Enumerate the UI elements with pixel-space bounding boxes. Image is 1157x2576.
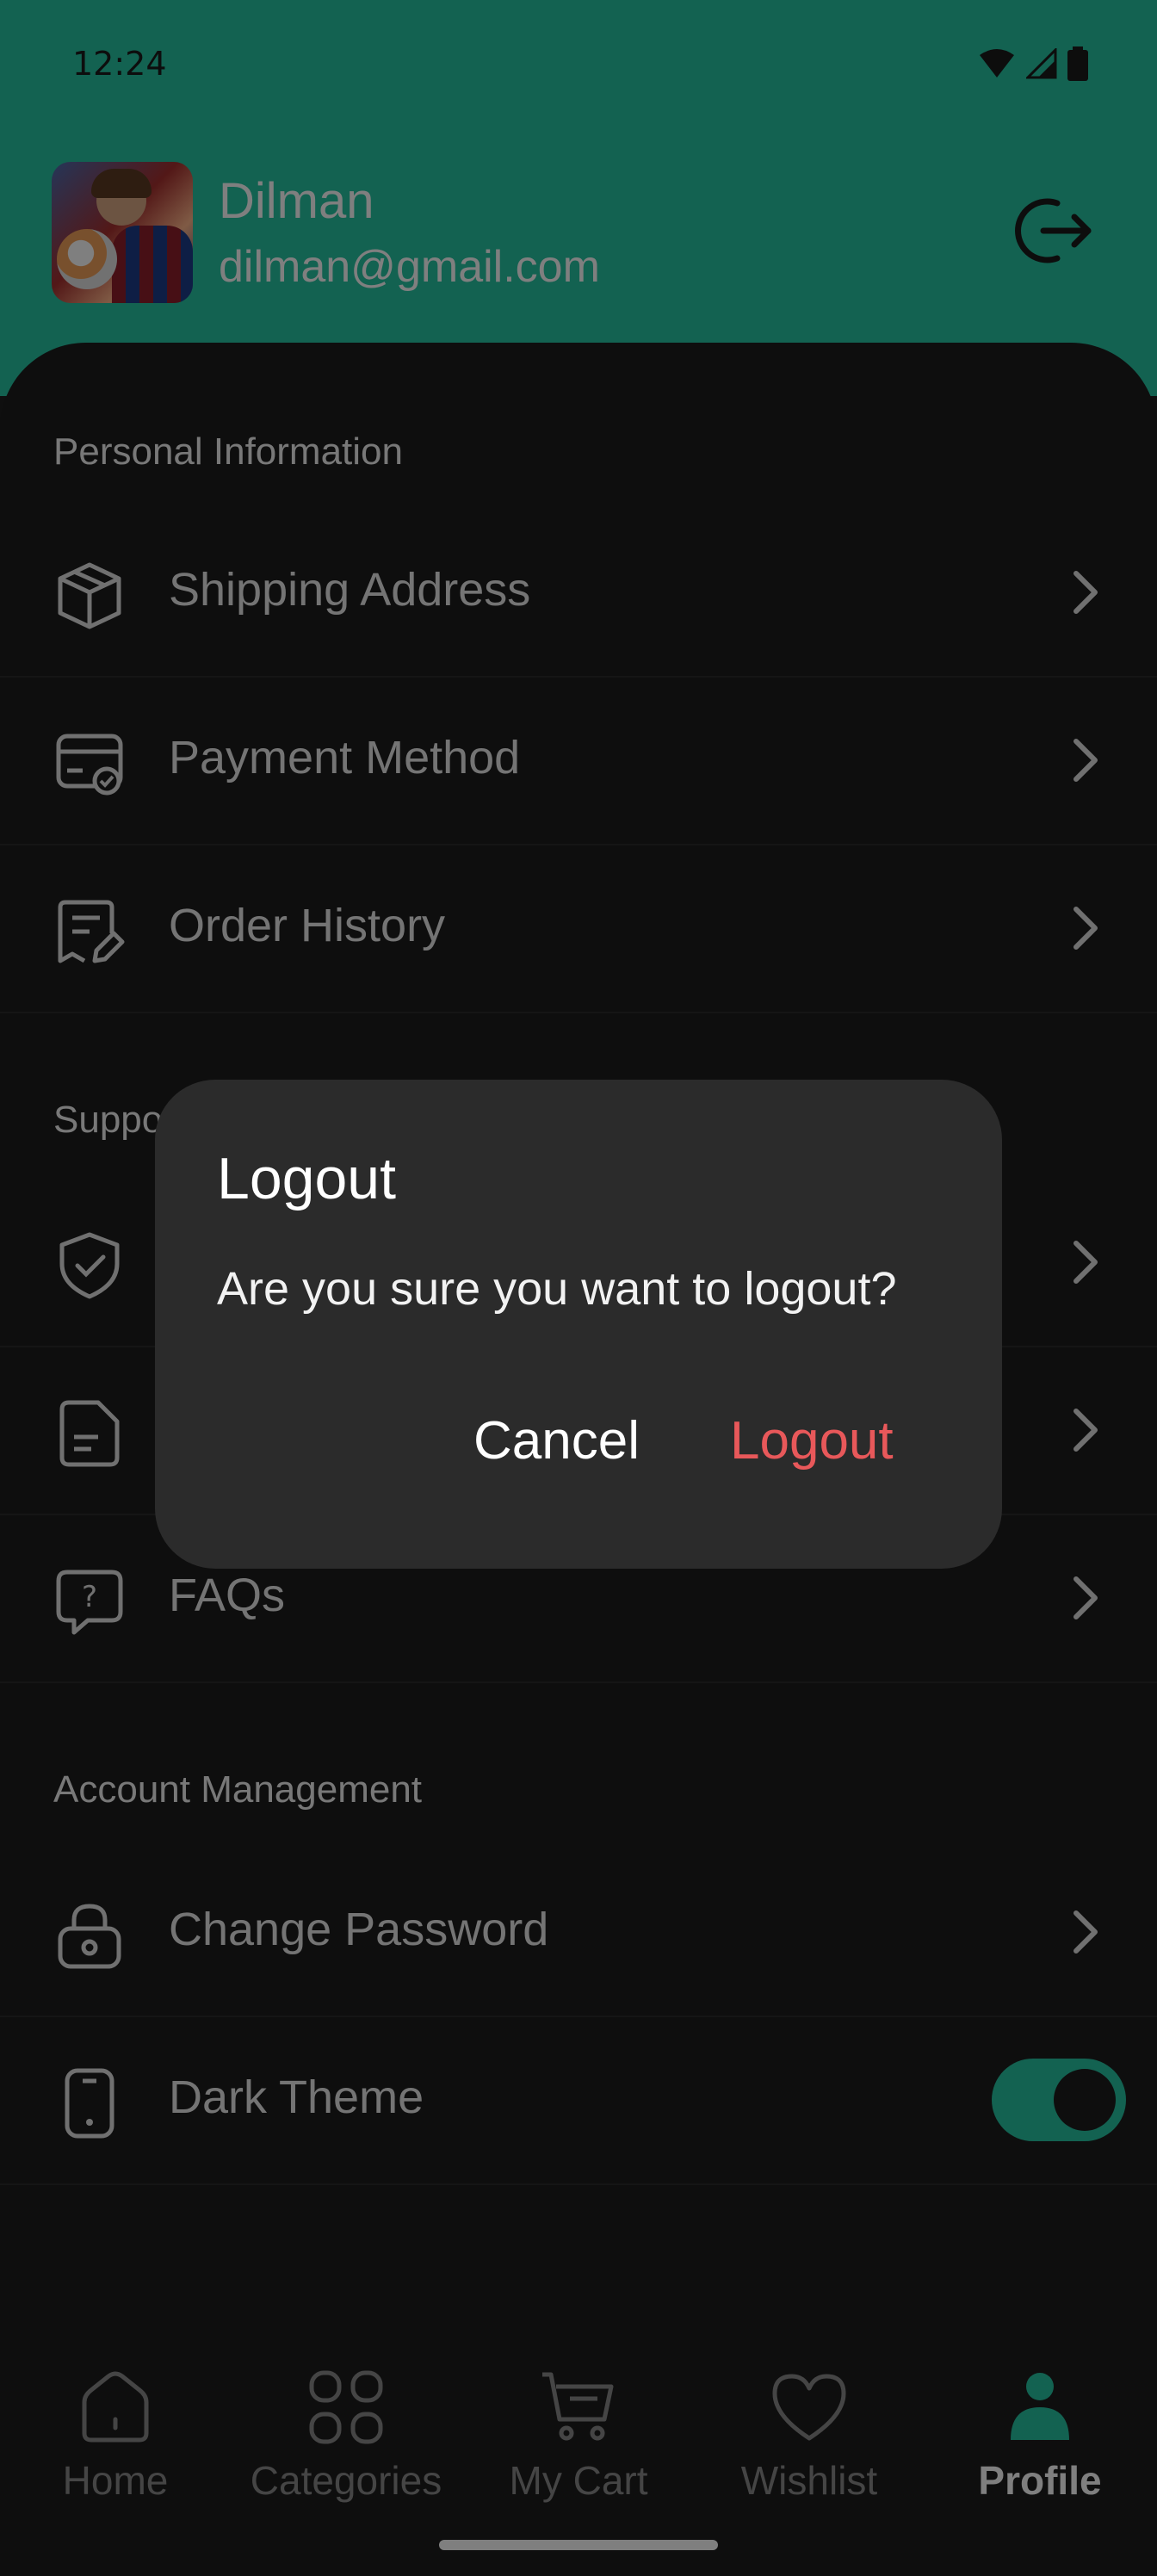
confirm-logout-button[interactable]: Logout [730, 1410, 894, 1471]
profile-screen: 12:24 Dilman dilman@gmail.com Personal I… [0, 0, 1157, 2576]
logout-dialog: Logout Are you sure you want to logout? … [155, 1080, 1002, 1569]
dialog-message: Are you sure you want to logout? [217, 1263, 897, 1315]
cancel-button[interactable]: Cancel [473, 1410, 640, 1471]
dialog-title: Logout [217, 1146, 396, 1211]
